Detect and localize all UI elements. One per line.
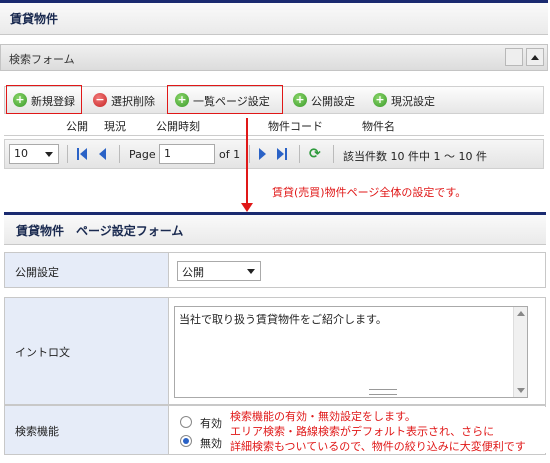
status-settings-button[interactable]: + 現況設定 — [371, 90, 435, 112]
annotation-note: 賃貸(売買)物件ページ全体の設定です。 — [272, 186, 467, 199]
scroll-down-icon — [517, 388, 525, 393]
column-header-publish: 公開 — [66, 120, 88, 133]
next-page-icon[interactable] — [259, 148, 271, 160]
annotation-note-line: 検索機能の有効・無効設定をします。 — [230, 410, 416, 423]
intro-text-label-cell: イントロ文 — [5, 298, 169, 404]
radio-disabled-label: 無効 — [200, 437, 222, 450]
chevron-down-icon — [247, 269, 255, 274]
intro-text-value: 当社で取り扱う賃貸物件をご紹介します。 — [179, 313, 387, 326]
divider — [299, 145, 300, 163]
page-size-select[interactable]: 10 — [9, 144, 59, 164]
divider — [67, 145, 68, 163]
last-page-icon[interactable] — [277, 148, 289, 160]
highlight-new-register — [6, 85, 82, 114]
divider — [333, 145, 334, 163]
page-number-input[interactable]: 1 — [159, 144, 215, 164]
column-header-property-name: 物件名 — [362, 120, 395, 133]
intro-text-area[interactable]: 当社で取り扱う賃貸物件をご紹介します。 — [174, 306, 528, 398]
refresh-icon[interactable]: ⟳ — [309, 146, 321, 162]
page-of-label: of 1 — [219, 148, 241, 161]
prev-page-icon[interactable] — [99, 148, 111, 160]
result-count-summary: 該当件数 10 件中 1 〜 10 件 — [343, 150, 487, 163]
settings-form-title: 賃貸物件 ページ設定フォーム — [16, 224, 184, 238]
resize-grip-icon[interactable] — [369, 389, 397, 395]
textarea-scrollbar[interactable] — [513, 307, 527, 397]
radio-enabled[interactable] — [180, 416, 192, 428]
annotation-arrow-head — [241, 203, 253, 212]
collapse-button[interactable] — [526, 48, 544, 66]
search-function-label-cell: 検索機能 — [5, 406, 169, 454]
search-form-bar[interactable]: 検索フォーム — [0, 44, 548, 71]
status-settings-label: 現況設定 — [391, 95, 435, 108]
publish-setting-row: 公開設定 公開 — [4, 252, 546, 288]
scroll-up-icon — [517, 311, 525, 316]
publish-setting-value: 公開 — [182, 266, 204, 279]
page-label: Page — [129, 148, 156, 161]
annotation-note-line: エリア検索・路線検索がデフォルト表示され、さらに — [230, 425, 495, 438]
select-delete-label: 選択削除 — [111, 95, 155, 108]
search-form-label: 検索フォーム — [9, 53, 75, 66]
annotation-arrow-line — [246, 118, 248, 204]
column-header-property-code: 物件コード — [268, 120, 323, 133]
select-delete-button[interactable]: − 選択削除 — [91, 90, 155, 112]
pager: 10 Page 1 of 1 ⟳ 該当件数 10 件中 1 〜 10 件 — [4, 139, 544, 169]
divider — [119, 145, 120, 163]
publish-setting-label-cell: 公開設定 — [5, 253, 169, 287]
publish-settings-button[interactable]: + 公開設定 — [291, 90, 355, 112]
annotation-note-box: 検索機能の有効・無効設定をします。 エリア検索・路線検索がデフォルト表示され、さ… — [224, 407, 546, 453]
annotation-note-line: 詳細検索もついているので、物件の絞り込みに大変便利です — [230, 440, 526, 453]
publish-settings-label: 公開設定 — [311, 95, 355, 108]
intro-text-label: イントロ文 — [15, 346, 70, 359]
page-title-bar: 賃貸物件 — [0, 0, 548, 35]
settings-form-title-bar: 賃貸物件 ページ設定フォーム — [4, 212, 546, 245]
first-page-icon[interactable] — [77, 148, 89, 160]
table-header: 公開 現況 公開時刻 物件コード 物件名 — [4, 114, 544, 136]
page-size-value: 10 — [14, 147, 28, 160]
column-header-publish-time: 公開時刻 — [156, 120, 200, 133]
radio-enabled-label: 有効 — [200, 417, 222, 430]
radio-disabled[interactable] — [180, 435, 192, 447]
chevron-down-icon — [45, 152, 53, 157]
plus-icon: + — [373, 93, 387, 107]
minus-icon: − — [93, 93, 107, 107]
divider — [249, 145, 250, 163]
highlight-list-page-settings — [167, 85, 283, 114]
search-function-label: 検索機能 — [15, 425, 59, 438]
publish-setting-label: 公開設定 — [15, 266, 59, 279]
column-header-status: 現況 — [104, 120, 126, 133]
page-title: 賃貸物件 — [10, 12, 59, 26]
plus-icon: + — [293, 93, 307, 107]
divider-handle — [505, 48, 523, 66]
publish-setting-select[interactable]: 公開 — [177, 261, 261, 281]
